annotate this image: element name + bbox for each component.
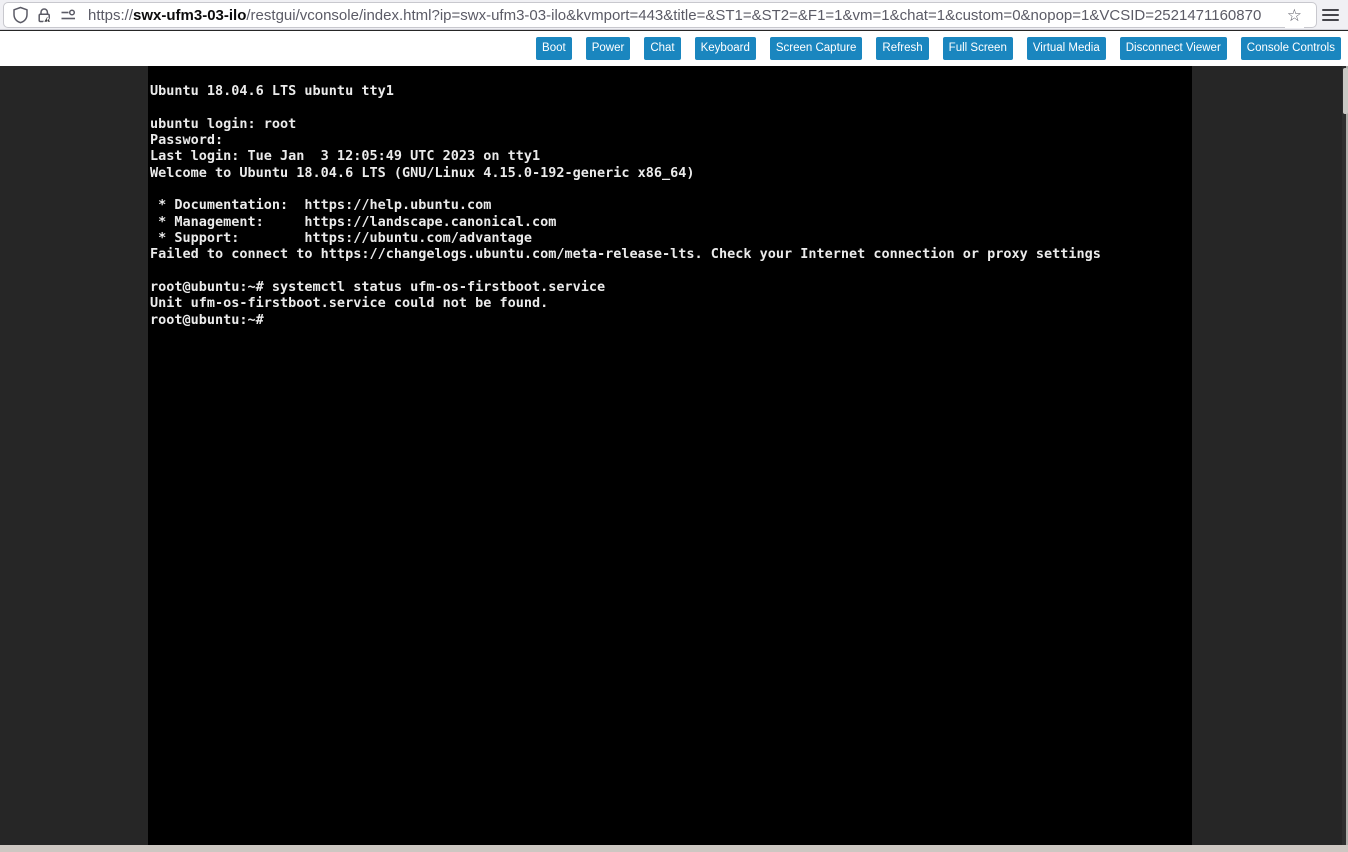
terminal-output: Ubuntu 18.04.6 LTS ubuntu tty1 ubuntu lo… xyxy=(148,66,1192,328)
refresh-button[interactable]: Refresh xyxy=(876,37,928,60)
console-controls-button[interactable]: Console Controls xyxy=(1241,37,1341,60)
url-path: /restgui/vconsole/index.html?ip=swx-ufm3… xyxy=(246,7,1261,24)
chat-button[interactable]: Chat xyxy=(644,37,680,60)
url-scheme: https:// xyxy=(88,7,133,24)
keyboard-button[interactable]: Keyboard xyxy=(695,37,756,60)
browser-toolbar: https://swx-ufm3-03-ilo/restgui/vconsole… xyxy=(0,0,1348,30)
lock-warning-icon[interactable] xyxy=(32,3,56,27)
url-input[interactable]: https://swx-ufm3-03-ilo/restgui/vconsole… xyxy=(88,7,1274,24)
power-button[interactable]: Power xyxy=(586,37,631,60)
virtual-media-button[interactable]: Virtual Media xyxy=(1027,37,1106,60)
vertical-scrollbar-thumb[interactable] xyxy=(1343,68,1348,114)
vertical-scrollbar[interactable] xyxy=(1342,66,1348,845)
tracking-protection-shield-icon[interactable] xyxy=(8,3,32,27)
boot-button[interactable]: Boot xyxy=(536,37,572,60)
address-bar[interactable]: https://swx-ufm3-03-ilo/restgui/vconsole… xyxy=(3,2,1317,28)
bookmark-star-icon[interactable]: ☆ xyxy=(1285,4,1304,28)
full-screen-button[interactable]: Full Screen xyxy=(943,37,1013,60)
url-host: swx-ufm3-03-ilo xyxy=(133,7,246,24)
console-page: Ubuntu 18.04.6 LTS ubuntu tty1 ubuntu lo… xyxy=(0,66,1348,845)
horizontal-scrollbar[interactable] xyxy=(0,845,1348,852)
hamburger-menu-icon[interactable] xyxy=(1322,5,1344,25)
remote-console-screen[interactable]: Ubuntu 18.04.6 LTS ubuntu tty1 ubuntu lo… xyxy=(148,66,1192,845)
screen-capture-button[interactable]: Screen Capture xyxy=(770,37,863,60)
disconnect-viewer-button[interactable]: Disconnect Viewer xyxy=(1120,37,1227,60)
kvm-toolbar: Boot Power Chat Keyboard Screen Capture … xyxy=(0,31,1348,66)
permissions-icon[interactable] xyxy=(56,3,80,27)
